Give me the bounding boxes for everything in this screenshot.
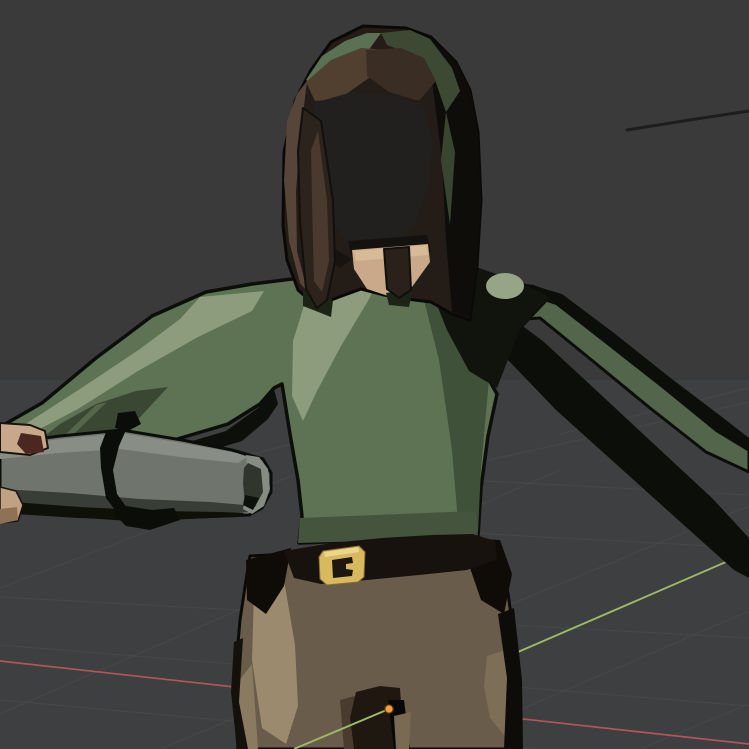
viewport-3d[interactable] bbox=[0, 0, 749, 749]
right-shoulder-highlight[interactable] bbox=[486, 273, 524, 299]
crotch-tan-patch[interactable] bbox=[394, 712, 411, 749]
scene-svg bbox=[0, 0, 749, 749]
origin-indicator bbox=[385, 705, 393, 713]
hair-strand-mid[interactable] bbox=[384, 247, 411, 298]
